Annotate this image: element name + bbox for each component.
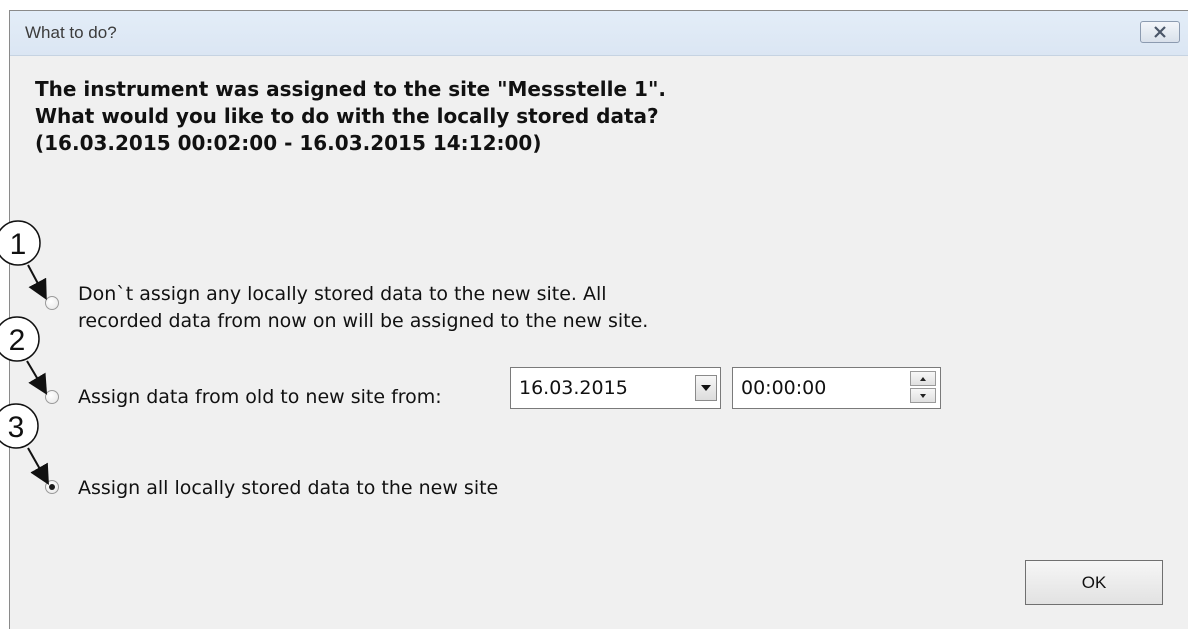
option-2-label[interactable]: Assign data from old to new site from: (78, 384, 442, 411)
arrow-up-icon (920, 376, 926, 381)
date-dropdown[interactable]: 16.03.2015 (510, 367, 721, 409)
message-line-1: The instrument was assigned to the site … (35, 77, 666, 101)
message-text: The instrument was assigned to the site … (35, 76, 666, 157)
ok-button[interactable]: OK (1025, 560, 1163, 605)
radio-option-2[interactable] (45, 390, 59, 404)
arrow-down-icon (920, 393, 926, 398)
option-1-label-line-2: recorded data from now on will be assign… (78, 310, 649, 332)
option-1-label-line-1: Don`t assign any locally stored data to … (78, 283, 607, 305)
close-button[interactable] (1140, 21, 1180, 43)
title-bar: What to do? (10, 11, 1188, 56)
option-1-label[interactable]: Don`t assign any locally stored data to … (78, 281, 648, 335)
time-value: 00:00:00 (741, 377, 827, 399)
time-increment-button[interactable] (910, 371, 936, 386)
chevron-down-icon (701, 385, 711, 391)
option-3-label[interactable]: Assign all locally stored data to the ne… (78, 475, 498, 502)
radio-option-1[interactable] (45, 296, 59, 310)
message-line-3: (16.03.2015 00:02:00 - 16.03.2015 14:12:… (35, 131, 542, 155)
date-value: 16.03.2015 (519, 377, 628, 399)
time-spin-buttons (910, 371, 938, 405)
message-line-2: What would you like to do with the local… (35, 104, 659, 128)
date-dropdown-button[interactable] (695, 375, 717, 401)
time-decrement-button[interactable] (910, 388, 936, 403)
window-title: What to do? (25, 23, 117, 42)
close-icon (1154, 26, 1166, 38)
radio-option-3[interactable] (45, 480, 59, 494)
time-stepper[interactable]: 00:00:00 (732, 367, 941, 409)
